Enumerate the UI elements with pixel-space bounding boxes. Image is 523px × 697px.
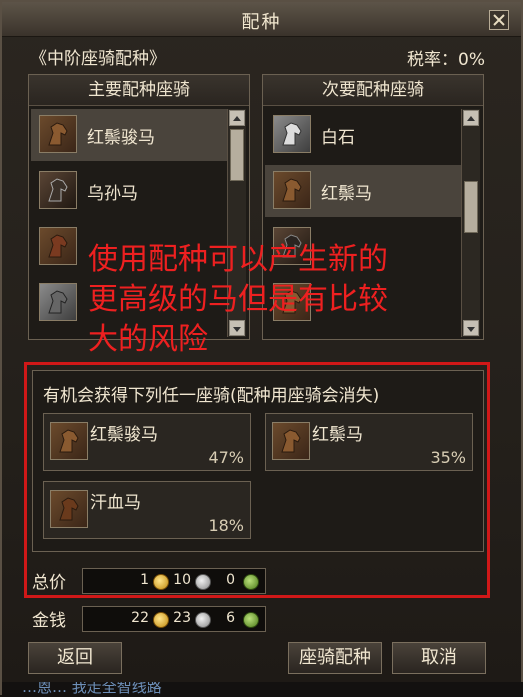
tax-rate: 税率：0% — [407, 50, 485, 70]
money-field: 22 23 6 — [82, 606, 266, 632]
horse-icon — [39, 283, 77, 321]
secondary-panel-title: 次要配种座骑 — [263, 75, 483, 106]
secondary-mount-item[interactable]: 红鬃马 — [265, 165, 461, 217]
scroll-thumb[interactable] — [230, 129, 244, 181]
scroll-up-button[interactable] — [229, 110, 245, 126]
annotation-line: 大的风险 — [88, 322, 208, 357]
primary-panel-title: 主要配种座骑 — [29, 75, 249, 106]
scroll-up-button[interactable] — [463, 110, 479, 126]
breeding-subtitle: 《中阶座骑配种》 — [30, 49, 166, 69]
secondary-mount-item[interactable]: 白石 — [265, 109, 461, 161]
mount-name: 红鬃马 — [321, 184, 372, 204]
arrow-up-icon — [467, 116, 475, 121]
annotation-text: 使用配种可以产生新的 更高级的马但是有比较 大的风险 — [88, 240, 448, 360]
primary-mount-item[interactable]: 红鬃骏马 — [31, 109, 227, 161]
copper-value: 6 — [226, 610, 235, 626]
secondary-scrollbar[interactable] — [461, 109, 480, 337]
window-title: 配种 — [241, 12, 282, 33]
silver-coin-icon — [195, 612, 211, 628]
horse-icon — [273, 115, 311, 153]
horse-icon — [39, 171, 77, 209]
scroll-down-button[interactable] — [463, 320, 479, 336]
close-button[interactable] — [489, 10, 509, 30]
cancel-button[interactable]: 取消 — [392, 642, 486, 674]
horse-icon — [39, 227, 77, 265]
horse-icon — [273, 171, 311, 209]
breed-button[interactable]: 座骑配种 — [288, 642, 382, 674]
money-label: 金钱 — [32, 611, 66, 631]
gold-value: 22 — [131, 610, 149, 626]
breeding-window: 配种 《中阶座骑配种》 税率：0% 主要配种座骑 红鬃骏马 乌孙马 次要配种座骑… — [0, 0, 523, 697]
arrow-down-icon — [467, 327, 475, 332]
title-bar[interactable]: 配种 — [2, 2, 521, 37]
arrow-up-icon — [233, 116, 241, 121]
mount-name: 白石 — [321, 128, 355, 148]
highlight-box — [24, 362, 490, 598]
back-button[interactable]: 返回 — [28, 642, 122, 674]
horse-icon — [39, 115, 77, 153]
copper-coin-icon — [243, 612, 259, 628]
mount-name: 乌孙马 — [87, 184, 138, 204]
close-icon — [493, 14, 505, 26]
gold-coin-icon — [153, 612, 169, 628]
annotation-line: 使用配种可以产生新的 — [88, 242, 388, 277]
primary-mount-item[interactable]: 乌孙马 — [31, 165, 227, 217]
scroll-thumb[interactable] — [464, 181, 478, 233]
silver-value: 23 — [173, 610, 191, 626]
annotation-line: 更高级的马但是有比较 — [88, 282, 388, 317]
mount-name: 红鬃骏马 — [87, 128, 155, 148]
